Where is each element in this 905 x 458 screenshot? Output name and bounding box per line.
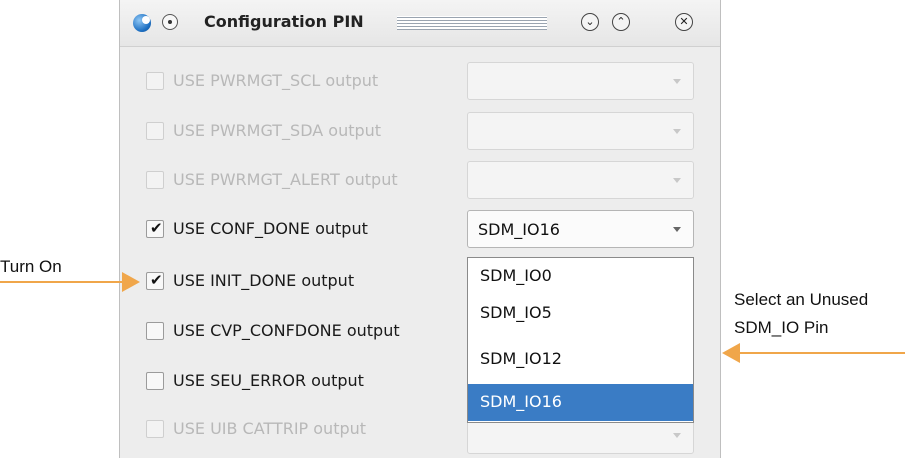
checkmark-icon: ✔ (150, 271, 163, 289)
pwrmgt-scl-checkbox[interactable] (146, 72, 164, 90)
conf-done-combo[interactable]: SDM_IO16 (467, 210, 694, 248)
arrow-right-icon (122, 272, 140, 292)
dropdown-option-label: SDM_IO16 (480, 392, 562, 411)
pwrmgt-alert-label: USE PWRMGT_ALERT output (173, 170, 398, 189)
arrow-left-icon (722, 343, 740, 363)
dropdown-option[interactable]: SDM_IO12 (468, 341, 693, 378)
conf-done-checkbox[interactable]: ✔ (146, 219, 164, 238)
annotation-arrow-line-left (0, 281, 122, 283)
pwrmgt-alert-combo[interactable] (467, 161, 694, 199)
cvp-confdone-label: USE CVP_CONFDONE output (173, 321, 400, 340)
checkmark-icon: ✔ (150, 219, 163, 237)
seu-error-checkbox[interactable] (146, 372, 164, 390)
chevron-down-icon (673, 79, 681, 84)
minimize-button[interactable]: ⌄ (581, 13, 599, 31)
seu-error-label: USE SEU_ERROR output (173, 371, 364, 390)
pwrmgt-sda-checkbox[interactable] (146, 122, 164, 140)
pwrmgt-sda-label: USE PWRMGT_SDA output (173, 121, 382, 140)
dialog-title: Configuration PIN (204, 12, 364, 31)
uib-cattrip-checkbox[interactable] (146, 420, 164, 438)
pwrmgt-alert-checkbox[interactable] (146, 171, 164, 189)
title-grip-lines (397, 16, 547, 30)
pin-dropdown-list: SDM_IO0 SDM_IO5 SDM_IO12 SDM_IO16 (467, 257, 694, 423)
dropdown-option-label: SDM_IO5 (480, 303, 552, 322)
init-done-label: USE INIT_DONE output (173, 271, 355, 290)
maximize-button[interactable]: ⌃ (612, 13, 630, 31)
chevron-down-icon (673, 227, 681, 232)
pwrmgt-sda-combo[interactable] (467, 112, 694, 150)
close-button[interactable]: ✕ (675, 13, 693, 31)
init-done-checkbox[interactable]: ✔ (146, 271, 164, 290)
chevron-down-icon (673, 129, 681, 134)
conf-done-combo-value: SDM_IO16 (478, 220, 560, 239)
cvp-confdone-checkbox[interactable] (146, 322, 164, 340)
configuration-pin-dialog: Configuration PIN ⌄ ⌃ ✕ USE PWRMGT_SCL o… (119, 0, 721, 458)
app-globe-icon (133, 14, 151, 32)
uib-cattrip-label: USE UIB CATTRIP output (173, 419, 367, 438)
window-menu-icon[interactable] (162, 14, 178, 30)
conf-done-label: USE CONF_DONE output (173, 219, 368, 238)
annotation-arrow-line-right (740, 352, 905, 354)
dropdown-option[interactable]: SDM_IO5 (468, 295, 693, 332)
annotation-select-line2: SDM_IO Pin (734, 318, 829, 337)
chevron-down-icon (673, 178, 681, 183)
annotation-turn-on: Turn On (0, 257, 62, 276)
pwrmgt-scl-combo[interactable] (467, 62, 694, 100)
annotation-select-line1: Select an Unused (734, 290, 869, 309)
title-bar[interactable]: Configuration PIN ⌄ ⌃ ✕ (120, 0, 720, 47)
dropdown-option[interactable]: SDM_IO0 (468, 258, 693, 295)
dropdown-option-selected[interactable]: SDM_IO16 (468, 384, 693, 421)
dropdown-option-label: SDM_IO0 (480, 266, 552, 285)
chevron-down-icon (673, 433, 681, 438)
dropdown-option-label: SDM_IO12 (480, 349, 562, 368)
pwrmgt-scl-label: USE PWRMGT_SCL output (173, 71, 379, 90)
